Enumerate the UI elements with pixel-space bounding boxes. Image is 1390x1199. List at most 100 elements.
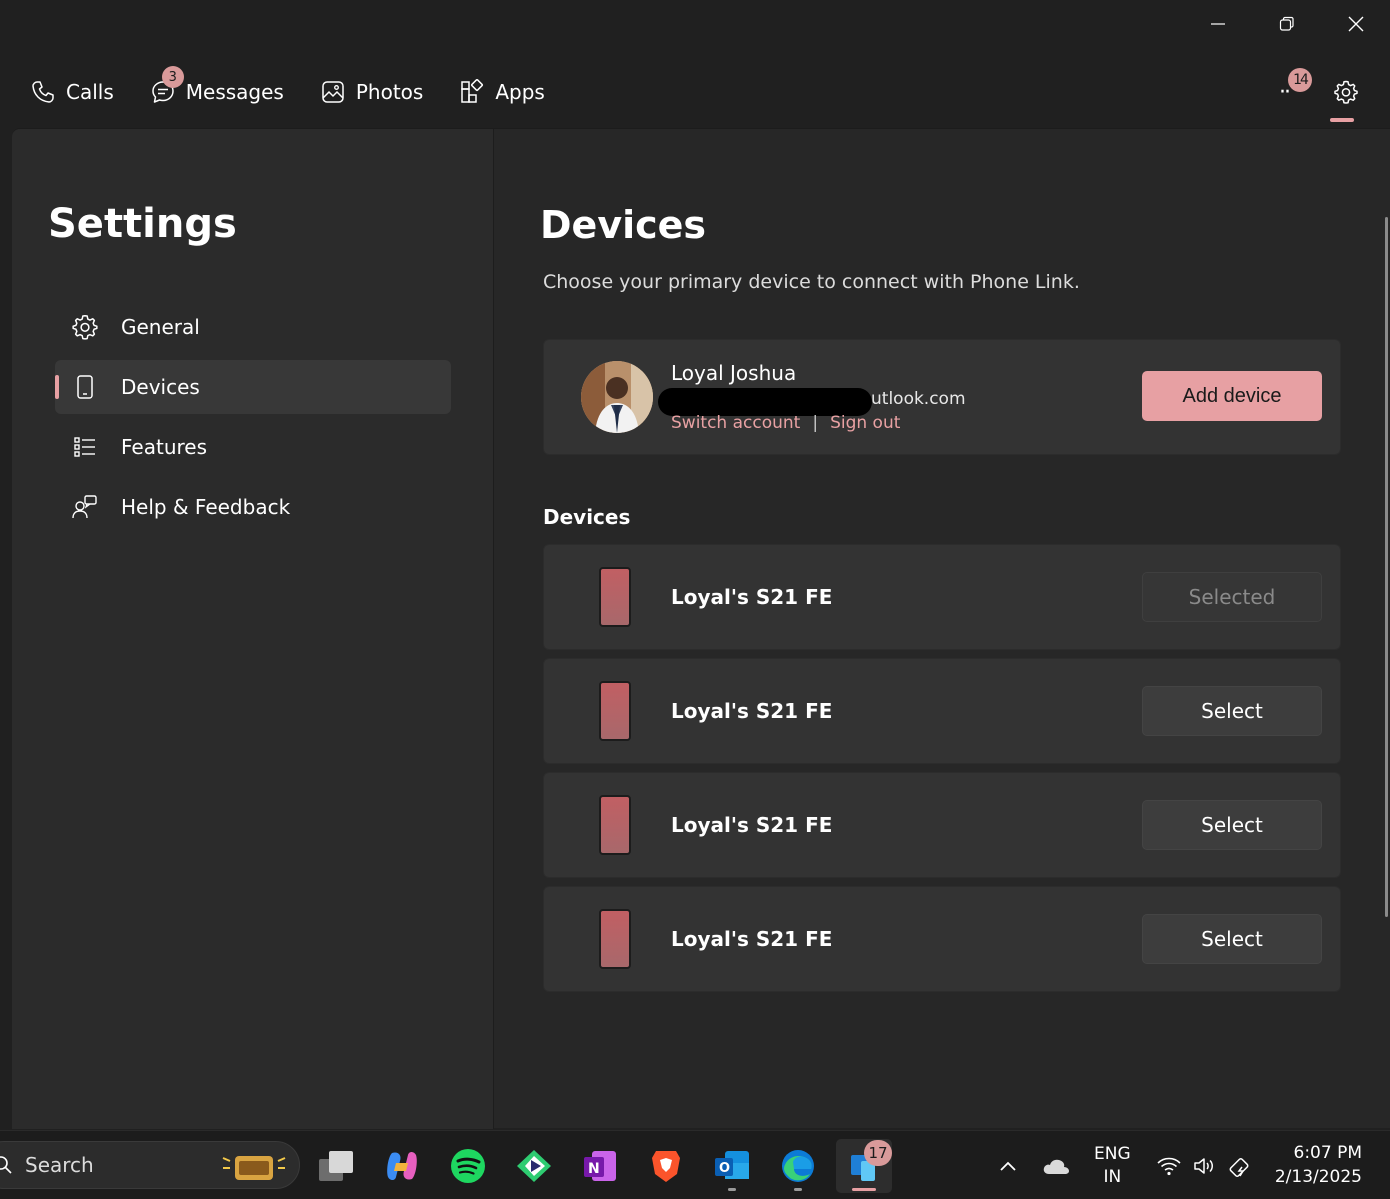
close-button[interactable] <box>1321 0 1390 48</box>
wifi-icon <box>1157 1157 1181 1175</box>
device-name: Loyal's S21 FE <box>671 585 833 609</box>
spotify-icon <box>451 1149 485 1183</box>
redaction-mark <box>658 388 872 416</box>
search-placeholder: Search <box>25 1153 94 1177</box>
device-name: Loyal's S21 FE <box>671 927 833 951</box>
radio-icon <box>222 1156 286 1180</box>
account-card: Loyal Joshua utlook.com Switch account |… <box>543 339 1341 455</box>
close-icon <box>1348 16 1363 32</box>
tab-apps[interactable]: Apps <box>459 64 545 120</box>
sidebar-item-devices[interactable]: Devices <box>55 360 451 414</box>
tab-photos-label: Photos <box>355 80 424 104</box>
more-badge: 14 <box>1288 68 1312 92</box>
device-row: Loyal's S21 FE Select <box>543 886 1341 992</box>
minimize-icon <box>1210 23 1225 25</box>
taskbar-app-diamond[interactable] <box>506 1139 562 1193</box>
settings-active-indicator <box>1330 118 1354 122</box>
settings-button[interactable] <box>1326 64 1366 122</box>
apps-icon <box>461 79 484 103</box>
active-indicator <box>55 375 59 399</box>
taskbar-edge[interactable] <box>770 1139 826 1193</box>
device-row: Loyal's S21 FE Select <box>543 658 1341 764</box>
phone-call-icon <box>32 81 54 103</box>
task-view-icon <box>319 1151 353 1181</box>
brave-icon <box>652 1151 680 1182</box>
device-name: Loyal's S21 FE <box>671 699 833 723</box>
devices-page: Devices Choose your primary device to co… <box>495 129 1390 1129</box>
language-region: IN <box>1103 1167 1122 1187</box>
avatar <box>581 361 653 433</box>
taskbar-task-view[interactable] <box>308 1139 364 1193</box>
clock-date: 2/13/2025 <box>1274 1167 1362 1187</box>
active-app-indicator <box>852 1188 876 1191</box>
sidebar-item-help[interactable]: Help & Feedback <box>55 480 451 534</box>
sidebar-item-general[interactable]: General <box>55 300 451 354</box>
select-button[interactable]: Select <box>1142 914 1322 964</box>
minimize-button[interactable] <box>1183 0 1252 48</box>
running-indicator <box>794 1188 802 1191</box>
running-indicator <box>728 1188 736 1191</box>
phone-icon <box>599 681 631 741</box>
device-name: Loyal's S21 FE <box>671 813 833 837</box>
taskbar-onenote[interactable]: N <box>572 1139 628 1193</box>
phone-icon <box>599 567 631 627</box>
restore-button[interactable] <box>1252 0 1321 48</box>
cloud-icon <box>1043 1159 1069 1174</box>
edge-icon <box>782 1150 814 1182</box>
clock[interactable]: 6:07 PM 2/13/2025 <box>1275 1141 1362 1189</box>
switch-account-link[interactable]: Switch account <box>671 413 800 433</box>
language-code: ENG <box>1094 1144 1131 1164</box>
account-email-text: utlook.com <box>871 389 966 409</box>
language-indicator[interactable]: ENG IN <box>1094 1143 1131 1189</box>
help-icon <box>72 495 97 519</box>
taskbar-outlook[interactable]: O <box>704 1139 760 1193</box>
select-button[interactable]: Select <box>1142 686 1322 736</box>
taskbar-search[interactable]: Search <box>0 1141 300 1189</box>
system-tray[interactable] <box>1156 1131 1254 1199</box>
link-separator: | <box>812 413 819 433</box>
add-device-button[interactable]: Add device <box>1142 371 1322 421</box>
tab-calls[interactable]: Calls <box>30 64 114 120</box>
gear-icon <box>1334 80 1358 104</box>
taskbar-spotify[interactable] <box>440 1139 496 1193</box>
page-title: Devices <box>540 203 707 247</box>
phone-icon <box>599 909 631 969</box>
volume-icon <box>1194 1157 1213 1174</box>
diamond-app-icon <box>517 1150 551 1182</box>
select-button[interactable]: Select <box>1142 800 1322 850</box>
device-row: Loyal's S21 FE Select <box>543 772 1341 878</box>
phone-icon <box>599 795 631 855</box>
tab-messages[interactable]: Messages 3 <box>150 64 284 120</box>
more-button[interactable]: ·· 14 <box>1264 68 1312 112</box>
photos-icon <box>322 81 344 103</box>
settings-panel: Settings General Devices Features Help &… <box>12 128 1390 1129</box>
taskbar-copilot[interactable] <box>374 1139 430 1193</box>
search-icon <box>0 1156 12 1174</box>
sidebar-item-features[interactable]: Features <box>55 420 451 474</box>
outlook-icon: O <box>715 1151 749 1179</box>
phone-link-badge: 17 <box>864 1140 892 1166</box>
sidebar-item-label: General <box>121 315 200 339</box>
tab-apps-label: Apps <box>495 80 545 104</box>
devices-heading: Devices <box>543 505 631 529</box>
taskbar-brave[interactable] <box>638 1139 694 1193</box>
onedrive-tray[interactable] <box>1028 1139 1084 1193</box>
page-subtitle: Choose your primary device to connect wi… <box>543 271 1080 293</box>
list-icon <box>74 437 95 457</box>
window-controls <box>1183 0 1390 48</box>
tab-photos[interactable]: Photos <box>320 64 423 120</box>
account-name: Loyal Joshua <box>671 361 797 385</box>
svg-text:O: O <box>719 1161 730 1176</box>
restore-icon <box>1279 16 1294 31</box>
tab-messages-label: Messages <box>185 80 284 104</box>
account-links: Switch account | Sign out <box>671 413 900 433</box>
settings-title: Settings <box>48 201 237 247</box>
taskbar-phone-link[interactable]: 17 <box>836 1139 892 1193</box>
copilot-icon <box>387 1152 417 1180</box>
top-right-actions: ·· 14 <box>1264 64 1366 122</box>
selected-button: Selected <box>1142 572 1322 622</box>
scrollbar[interactable] <box>1385 217 1388 917</box>
clock-time: 6:07 PM <box>1293 1143 1363 1163</box>
sign-out-link[interactable]: Sign out <box>830 413 900 433</box>
phone-icon <box>77 375 93 399</box>
